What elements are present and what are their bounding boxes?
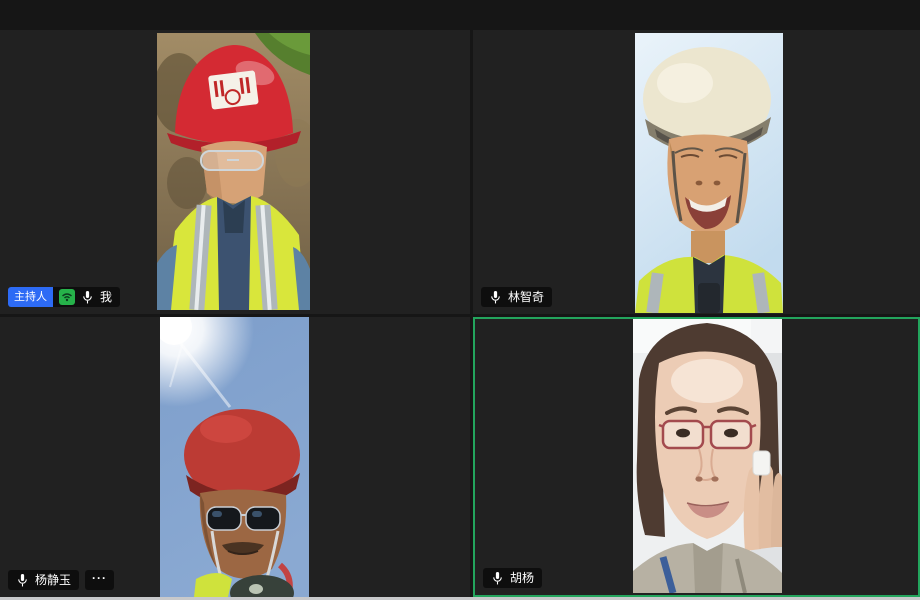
participant-label-lin: 林智奇 [481,287,552,307]
name-pill: 主持人 我 [8,287,120,307]
participant-label-hu: 胡杨 [483,568,542,588]
name-pill: 杨静玉 [8,570,79,590]
name-pill: 林智奇 [481,287,552,307]
participant-label-yang: 杨静玉 ··· [8,570,114,590]
participant-name: 林智奇 [508,287,544,307]
video-tile-hu[interactable]: 胡杨 [473,317,920,597]
participant-video-lin [635,33,783,313]
mic-icon [489,290,502,305]
participant-name: 杨静玉 [35,570,71,590]
participant-video-hu [633,319,782,593]
participant-video-self [157,33,310,310]
participant-name: 胡杨 [510,568,534,588]
video-frame-hu [633,319,782,593]
host-badge: 主持人 [8,287,53,307]
network-quality-icon [59,289,75,305]
name-pill: 胡杨 [483,568,542,588]
mic-icon [81,290,94,305]
video-frame-self [157,33,310,310]
video-frame-lin [635,33,783,313]
video-tile-lin[interactable]: 林智奇 [473,30,920,314]
video-tile-yang[interactable]: 杨静玉 ··· [0,317,470,597]
mic-icon [491,571,504,586]
video-frame-yang [160,317,309,597]
participant-name: 我 [100,287,112,307]
mic-icon [16,573,29,588]
participant-label-self: 主持人 我 [8,287,120,307]
participant-video-yang [160,317,309,597]
more-options-button[interactable]: ··· [85,570,114,590]
video-tile-self[interactable]: 主持人 我 [0,30,470,314]
